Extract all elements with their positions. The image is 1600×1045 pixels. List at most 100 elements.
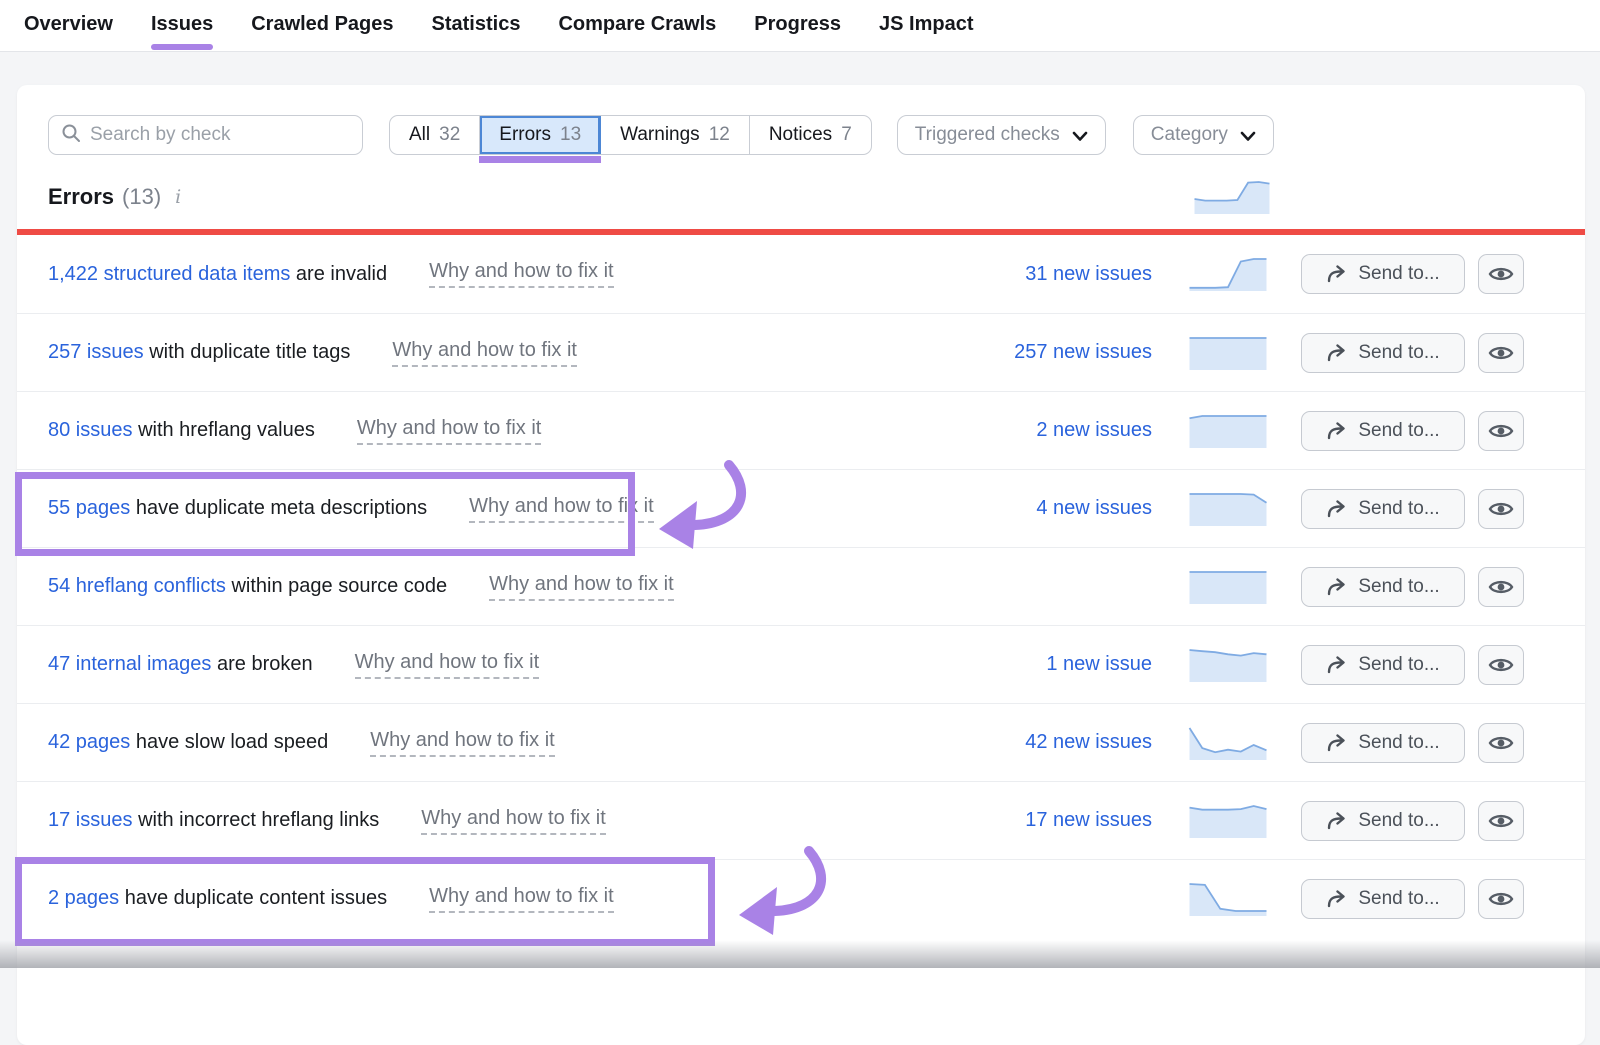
category-dropdown[interactable]: Category bbox=[1133, 115, 1274, 155]
search-input[interactable] bbox=[90, 124, 350, 146]
send-to-button[interactable]: Send to... bbox=[1301, 801, 1465, 841]
issue-trend-sparkline bbox=[1188, 803, 1268, 839]
tab-compare-crawls[interactable]: Compare Crawls bbox=[558, 0, 716, 52]
issue-trend-sparkline bbox=[1188, 569, 1268, 605]
issue-count-link[interactable]: 257 issues bbox=[48, 341, 144, 363]
issue-count-link[interactable]: 55 pages bbox=[48, 497, 130, 519]
why-how-to-fix-link[interactable]: Why and how to fix it bbox=[370, 729, 555, 757]
new-issues-link[interactable]: 257 new issues bbox=[992, 341, 1152, 364]
hide-issue-button[interactable] bbox=[1478, 411, 1524, 451]
selected-filter-underline bbox=[479, 156, 601, 163]
info-icon[interactable]: i bbox=[175, 186, 181, 208]
filter-notices[interactable]: Notices 7 bbox=[750, 116, 871, 154]
send-arrow-icon bbox=[1326, 578, 1348, 596]
issue-description: have slow load speed bbox=[136, 731, 328, 753]
tab-label: Compare Crawls bbox=[558, 13, 716, 35]
send-arrow-icon bbox=[1326, 890, 1348, 908]
why-how-to-fix-link[interactable]: Why and how to fix it bbox=[357, 417, 542, 445]
tab-overview[interactable]: Overview bbox=[24, 0, 113, 52]
filter-count: 13 bbox=[560, 124, 581, 146]
why-how-to-fix-link[interactable]: Why and how to fix it bbox=[421, 807, 606, 835]
send-arrow-icon bbox=[1326, 500, 1348, 518]
triggered-checks-dropdown[interactable]: Triggered checks bbox=[897, 115, 1106, 155]
top-nav: Overview Issues Crawled Pages Statistics Com… bbox=[0, 0, 1600, 52]
issue-trend-sparkline bbox=[1188, 335, 1268, 371]
send-to-label: Send to... bbox=[1358, 654, 1439, 676]
filter-label: All bbox=[409, 124, 430, 146]
send-to-button[interactable]: Send to... bbox=[1301, 879, 1465, 919]
why-how-to-fix-link[interactable]: Why and how to fix it bbox=[469, 495, 654, 523]
why-how-to-fix-link[interactable]: Why and how to fix it bbox=[355, 651, 540, 679]
eye-icon bbox=[1488, 265, 1514, 283]
tab-label: Overview bbox=[24, 13, 113, 35]
tab-issues[interactable]: Issues bbox=[151, 0, 213, 52]
tab-label: Crawled Pages bbox=[251, 13, 393, 35]
send-to-button[interactable]: Send to... bbox=[1301, 489, 1465, 529]
send-to-button[interactable]: Send to... bbox=[1301, 723, 1465, 763]
send-to-button[interactable]: Send to... bbox=[1301, 254, 1465, 294]
new-issues-link[interactable]: 17 new issues bbox=[992, 809, 1152, 832]
tab-label: Progress bbox=[754, 13, 841, 35]
issue-row: 47 internal images are broken Why and ho… bbox=[17, 625, 1585, 703]
send-arrow-icon bbox=[1326, 265, 1348, 283]
eye-icon bbox=[1488, 734, 1514, 752]
why-how-to-fix-link[interactable]: Why and how to fix it bbox=[392, 339, 577, 367]
issue-description: within page source code bbox=[231, 575, 447, 597]
errors-trend-sparkline bbox=[1193, 179, 1271, 215]
filter-count: 12 bbox=[709, 124, 730, 146]
issue-count-link[interactable]: 54 hreflang conflicts bbox=[48, 575, 226, 597]
tab-label: Issues bbox=[151, 13, 213, 35]
eye-icon bbox=[1488, 500, 1514, 518]
issue-count-link[interactable]: 80 issues bbox=[48, 419, 133, 441]
issue-row: 80 issues with hreflang values Why and h… bbox=[17, 391, 1585, 469]
issue-count-link[interactable]: 42 pages bbox=[48, 731, 130, 753]
hide-issue-button[interactable] bbox=[1478, 567, 1524, 607]
issue-count-link[interactable]: 2 pages bbox=[48, 887, 119, 909]
filter-count: 7 bbox=[841, 124, 852, 146]
hide-issue-button[interactable] bbox=[1478, 801, 1524, 841]
why-how-to-fix-link[interactable]: Why and how to fix it bbox=[429, 885, 614, 913]
hide-issue-button[interactable] bbox=[1478, 254, 1524, 294]
tab-crawled-pages[interactable]: Crawled Pages bbox=[251, 0, 393, 52]
issue-count-link[interactable]: 47 internal images bbox=[48, 653, 211, 675]
hide-issue-button[interactable] bbox=[1478, 645, 1524, 685]
issue-trend-sparkline bbox=[1188, 491, 1268, 527]
new-issues-link[interactable]: 42 new issues bbox=[992, 731, 1152, 754]
search-icon bbox=[61, 123, 81, 148]
section-title: Errors bbox=[48, 184, 114, 210]
send-to-button[interactable]: Send to... bbox=[1301, 645, 1465, 685]
why-how-to-fix-link[interactable]: Why and how to fix it bbox=[429, 260, 614, 288]
new-issues-link[interactable]: 4 new issues bbox=[992, 497, 1152, 520]
filter-warnings[interactable]: Warnings 12 bbox=[601, 116, 750, 154]
new-issues-link[interactable]: 2 new issues bbox=[992, 419, 1152, 442]
active-tab-underline bbox=[151, 44, 213, 50]
filter-errors[interactable]: Errors13 bbox=[480, 116, 601, 154]
send-to-button[interactable]: Send to... bbox=[1301, 333, 1465, 373]
section-count: (13) bbox=[122, 184, 161, 210]
errors-section-header: Errors (13) i bbox=[17, 155, 1585, 213]
hide-issue-button[interactable] bbox=[1478, 489, 1524, 529]
filter-label: Notices bbox=[769, 124, 832, 146]
filter-label: Warnings bbox=[620, 124, 700, 146]
send-to-label: Send to... bbox=[1358, 888, 1439, 910]
issue-trend-sparkline bbox=[1188, 413, 1268, 449]
filter-all[interactable]: All32 bbox=[390, 116, 480, 154]
why-how-to-fix-link[interactable]: Why and how to fix it bbox=[489, 573, 674, 601]
chevron-down-icon bbox=[1072, 131, 1088, 142]
hide-issue-button[interactable] bbox=[1478, 333, 1524, 373]
issue-count-link[interactable]: 1,422 structured data items bbox=[48, 263, 290, 285]
send-to-label: Send to... bbox=[1358, 342, 1439, 364]
send-to-button[interactable]: Send to... bbox=[1301, 411, 1465, 451]
new-issues-link[interactable]: 1 new issue bbox=[992, 653, 1152, 676]
tab-statistics[interactable]: Statistics bbox=[432, 0, 521, 52]
tab-js-impact[interactable]: JS Impact bbox=[879, 0, 973, 52]
tab-label: JS Impact bbox=[879, 13, 973, 35]
issues-toolbar: All32Errors13 Warnings 12 Notices 7 Triggere… bbox=[17, 85, 1585, 155]
issue-count-link[interactable]: 17 issues bbox=[48, 809, 133, 831]
send-to-button[interactable]: Send to... bbox=[1301, 567, 1465, 607]
new-issues-link[interactable]: 31 new issues bbox=[992, 263, 1152, 286]
issue-row: 2 pages have duplicate content issues Wh… bbox=[17, 859, 1585, 937]
hide-issue-button[interactable] bbox=[1478, 723, 1524, 763]
tab-progress[interactable]: Progress bbox=[754, 0, 841, 52]
hide-issue-button[interactable] bbox=[1478, 879, 1524, 919]
